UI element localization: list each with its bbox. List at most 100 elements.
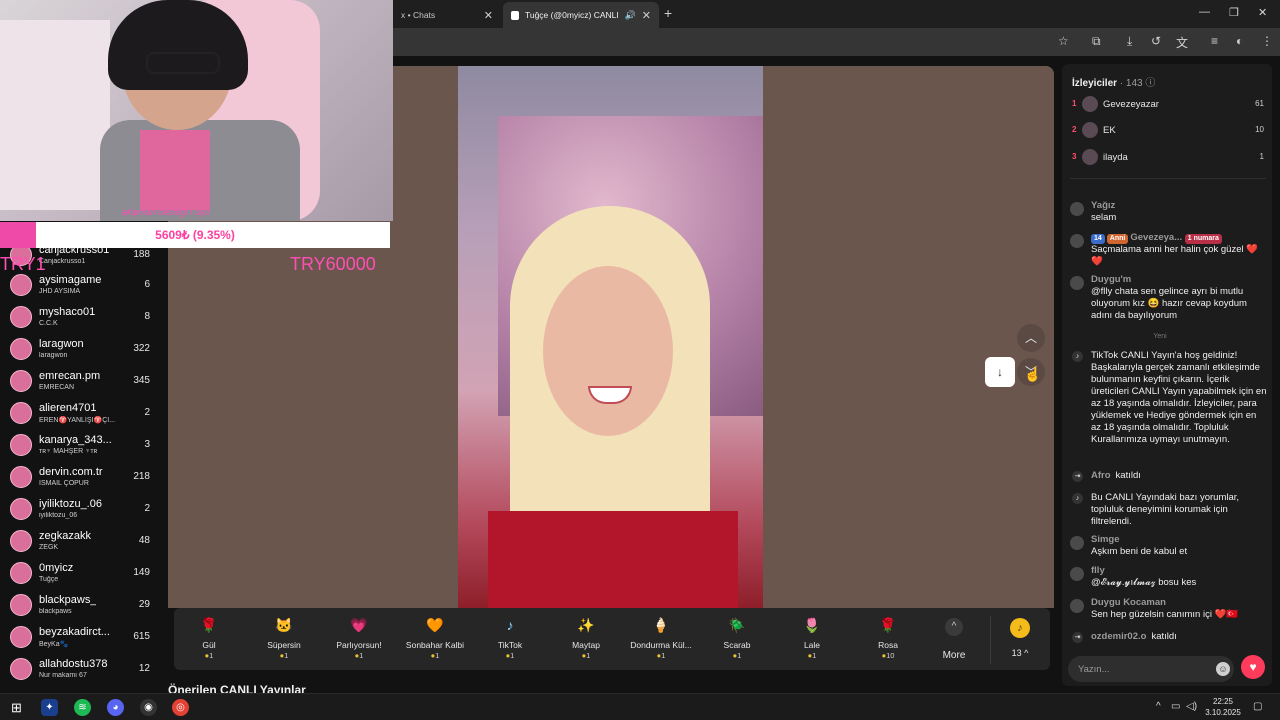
avatar [10,338,32,360]
emoji-icon[interactable]: ☺ [1216,662,1230,676]
gift-gul[interactable]: 🌹 Gül ●1 [174,614,244,666]
close-window-button[interactable]: ✕ [1258,6,1267,19]
chat-username-line[interactable]: 14 Anni Gevezeya... 1 numara [1091,232,1224,244]
system-clock[interactable]: 22:25 3.10.2025 [1200,696,1246,718]
translate-icon[interactable]: 文 [1176,34,1188,51]
gift-supersin[interactable]: 🐱 Süpersin ●1 [249,614,319,666]
chat-username[interactable]: Duygu Kocaman [1091,597,1166,609]
avatar [1070,599,1084,613]
history-icon[interactable]: ↺ [1151,34,1161,48]
tab-tiktok-close-icon[interactable]: ✕ [642,9,651,22]
chat-input-box: ☺ [1068,656,1234,682]
gift-lale[interactable]: 🌷 Lale ●1 [777,614,847,666]
tab-chats-close-icon[interactable]: ✕ [484,9,493,22]
top-viewer-row[interactable]: 2 EK 10 [1072,121,1266,141]
viewer-rank: 2 [1072,125,1077,134]
list-item[interactable]: zegkazakk ZEGK 48 [0,526,158,558]
gift-dondurma[interactable]: 🍦 Dondurma Kül... ●1 [626,614,696,666]
more-gifts-label: More [942,650,966,661]
scroll-down-button[interactable]: ↓ [985,357,1015,387]
join-text: katıldı [1115,470,1141,481]
like-heart-button[interactable]: ♥ [1241,655,1265,679]
gift-name: Maytap [572,640,600,650]
list-item[interactable]: alieren4701 EREN♈YANLIŞI♈ÇI... 2 [0,398,158,430]
list-item[interactable]: allahdostu378 Nur makamı 67 12 [0,654,158,686]
list-item-count: 8 [144,311,150,322]
discord-icon[interactable]: ◕ [107,699,124,716]
list-item-sub: laragwon [39,352,68,359]
new-tab-button[interactable]: + [664,5,672,21]
volume-icon[interactable]: ◁) [1186,701,1197,712]
tulip-icon: 🌷 [803,617,821,633]
top-viewer-row[interactable]: 1 Gevezeyazar 61 [1072,95,1266,115]
gift-price-value: 1 [435,651,440,660]
tiktok-icon [511,10,519,20]
gift-sonbahar-kalbi[interactable]: 🧡 Sonbahar Kalbi ●1 [400,614,470,666]
gift-price: ●10 [853,651,923,660]
live-video[interactable] [458,66,763,608]
gift-name: Süpersin [267,640,301,650]
chat-username[interactable]: Simge [1091,534,1120,546]
list-item-name: aysimagame [39,274,102,286]
gift-maytap[interactable]: ✨ Maytap ●1 [551,614,621,666]
list-item-count: 2 [144,503,150,514]
bookmark-star-icon[interactable]: ☆ [1058,34,1069,48]
viewer-name: Gevezeyazar [1103,99,1159,110]
tab-chats[interactable]: x • Chats ✕ [393,2,501,28]
list-item[interactable]: emrecan.pm EMRECAN 345 [0,366,158,398]
chevron-up-icon[interactable]: ︿ [1017,324,1045,352]
tab-tiktok-live[interactable]: Tuğçe (@0myicz) CANLI Ya 🔊 ✕ [503,2,659,28]
chevron-up-icon[interactable]: ^ [1156,701,1161,712]
list-item[interactable]: laragwon laragwon 322 [0,334,158,366]
notification-icon[interactable]: ▢ [1253,701,1262,712]
gift-price: ●1 [249,651,319,660]
minimize-button[interactable]: — [1199,6,1210,18]
clock-date: 3.10.2025 [1205,708,1241,717]
profile-avatar[interactable]: ◐ [1236,34,1243,48]
reading-list-icon[interactable]: ≡ [1211,34,1218,48]
network-icon[interactable]: ▭ [1171,701,1180,712]
chat-username[interactable]: Yağız [1091,200,1115,212]
gift-tiktok[interactable]: ♪ TikTok ●1 [475,614,545,666]
avatar [1070,536,1084,550]
chat-username[interactable]: ozdemir02.o [1091,631,1146,642]
chat-username[interactable]: Afro [1091,470,1111,481]
list-item-count: 6 [144,279,150,290]
list-item[interactable]: 0myicz Tuğçe 149 [0,558,158,590]
list-item[interactable]: beyzakadirct... BeyKa🐾 615 [0,622,158,654]
spotify-icon[interactable]: ≋ [74,699,91,716]
extensions-icon[interactable]: ⧉ [1092,34,1101,49]
more-gifts-button[interactable]: ^ More [934,614,974,666]
app-icon[interactable]: ✦ [41,699,58,716]
chat-input[interactable] [1078,662,1198,676]
chat-username[interactable]: flly [1091,565,1105,577]
list-item[interactable]: dervin.com.tr İSMAİL ÇOPUR 218 [0,462,158,494]
help-icon[interactable]: ⓘ [1145,78,1155,89]
tiktok-coin-icon: ♪ [1010,618,1030,638]
gift-rosa[interactable]: 🌹 Rosa ●10 [853,614,923,666]
chat-username[interactable]: Duygu'm [1091,274,1131,286]
avatar [10,626,32,648]
gift-price: ●1 [324,651,394,660]
download-icon[interactable]: ⤓ [1127,34,1132,49]
top-viewer-row[interactable]: 3 ilayda 1 [1072,148,1266,168]
obs-icon[interactable]: ◉ [140,699,157,716]
maximize-button[interactable]: ❐ [1229,6,1239,19]
gift-price: ●1 [174,651,244,660]
list-item[interactable]: kanarya_343... ᴛʀ♆ MAHŞER ♆ᴛʀ 3 [0,430,158,462]
gift-parliyorsun[interactable]: 💗 Parlıyorsun! ●1 [324,614,394,666]
viewer-score: 61 [1255,99,1264,108]
windows-start-icon[interactable]: ⊞ [8,699,25,716]
list-item-name: blackpaws_ [39,594,97,606]
coin-balance-button[interactable]: ♪ 13 ^ [1000,614,1040,666]
list-item[interactable]: iyiliktozu_.06 iyiliktozu_06 2 [0,494,158,526]
clock-time: 22:25 [1212,697,1234,706]
gift-price: ●1 [777,651,847,660]
list-item[interactable]: myshaco01 C.C.K 8 [0,302,158,334]
menu-kebab-icon[interactable]: ⋮ [1261,34,1273,48]
list-item[interactable]: blackpaws_ blackpaws 29 [0,590,158,622]
gift-scarab[interactable]: 🪲 Scarab ●1 [702,614,772,666]
divider [990,616,991,664]
chrome-icon[interactable]: ◎ [172,699,189,716]
gift-price-value: 1 [586,651,591,660]
